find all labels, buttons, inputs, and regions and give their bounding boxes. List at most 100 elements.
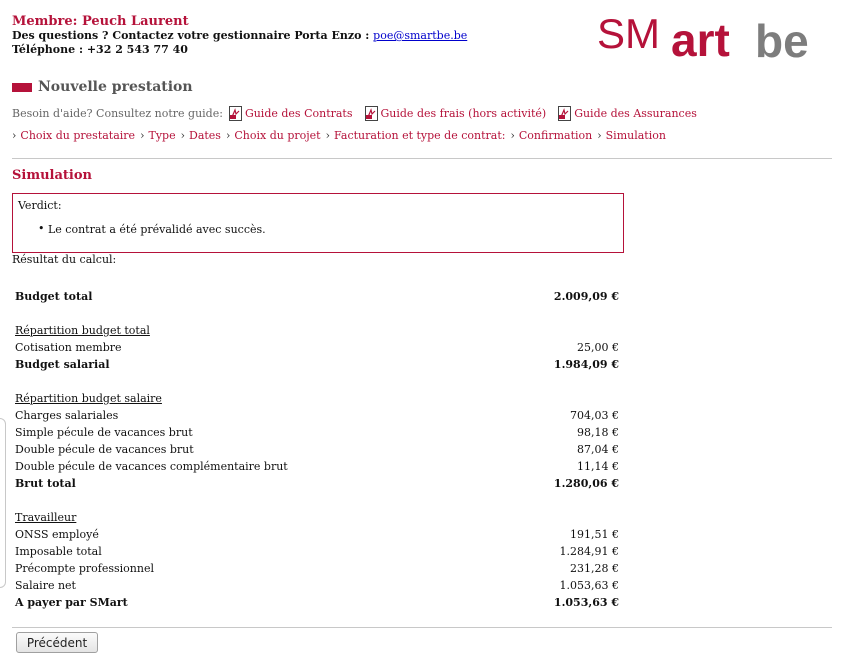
breadcrumb-label: Simulation — [605, 129, 666, 142]
row-label: A payer par SMart — [15, 596, 128, 609]
table-row: ONSS employé 191,51 € — [15, 526, 619, 543]
title-marker — [12, 82, 32, 92]
guide-contrats-link[interactable]: Guide des Contrats — [228, 106, 353, 121]
row-label: Répartition budget total — [15, 324, 150, 337]
logo-sm-text: SM — [597, 12, 660, 57]
chevron-right-icon: › — [225, 129, 231, 142]
breadcrumb-label: Facturation et type de contrat: — [334, 129, 506, 142]
table-row: Budget salarial 1.984,09 € — [15, 356, 619, 373]
row-label: Imposable total — [15, 545, 102, 558]
section-heading-row: Répartition budget total — [15, 322, 619, 339]
breadcrumb-label: Confirmation — [518, 129, 593, 142]
guide-assurances-link[interactable]: Guide des Assurances — [558, 106, 697, 121]
row-label: Brut total — [15, 477, 76, 490]
row-value: 231,28 € — [570, 562, 619, 575]
verdict-label: Verdict: — [18, 199, 62, 212]
row-value: 1.280,06 € — [553, 477, 619, 490]
pdf-icon — [364, 106, 378, 121]
row-value: 11,14 € — [577, 460, 619, 473]
manager-email-link[interactable]: poe@smartbe.be — [373, 29, 467, 42]
table-row: Précompte professionnel 231,28 € — [15, 560, 619, 577]
pdf-icon — [228, 106, 242, 121]
table-row: Budget total 2.009,09 € — [15, 288, 619, 305]
verdict-box: Verdict: Le contrat a été prévalidé avec… — [12, 193, 624, 253]
phone-line: Téléphone : +32 2 543 77 40 — [12, 43, 188, 56]
row-label: Double pécule de vacances complémentaire… — [15, 460, 288, 473]
smartbe-logo: SM art be — [597, 12, 831, 62]
guide-contrats-label: Guide des Contrats — [244, 107, 353, 120]
breadcrumb-item-confirmation[interactable]: › Confirmation — [510, 129, 592, 142]
chevron-right-icon: › — [325, 129, 330, 142]
chevron-right-icon: › — [180, 129, 185, 142]
chevron-right-icon: › — [597, 129, 602, 142]
breadcrumb-item-projet[interactable]: › Choix du projet — [226, 129, 321, 142]
table-row: Double pécule de vacances complémentaire… — [15, 458, 619, 475]
row-value: 1.984,09 € — [553, 358, 619, 371]
row-label: Répartition budget salaire — [15, 392, 162, 405]
row-label: Cotisation membre — [15, 341, 122, 354]
row-value: 87,04 € — [577, 443, 619, 456]
contact-line: Des questions ? Contactez votre gestionn… — [12, 29, 467, 43]
divider — [12, 627, 832, 628]
guide-frais-label: Guide des frais (hors activité) — [380, 107, 547, 120]
table-row: Imposable total 1.284,91 € — [15, 543, 619, 560]
guide-assurances-label: Guide des Assurances — [574, 107, 697, 120]
row-value: 191,51 € — [570, 528, 619, 541]
side-panel-tab[interactable] — [0, 418, 6, 588]
table-row: Charges salariales 704,03 € — [15, 407, 619, 424]
breadcrumb-item-simulation[interactable]: › Simulation — [597, 129, 666, 142]
row-label: Salaire net — [15, 579, 76, 592]
table-row: Brut total 1.280,06 € — [15, 475, 619, 492]
breadcrumb-item-type[interactable]: › Type — [140, 129, 176, 142]
breadcrumb-label: Choix du prestataire — [20, 129, 136, 142]
guide-frais-link[interactable]: Guide des frais (hors activité) — [364, 106, 547, 121]
table-row: Salaire net 1.053,63 € — [15, 577, 619, 594]
table-row: Cotisation membre 25,00 € — [15, 339, 619, 356]
breadcrumb-item-dates[interactable]: › Dates — [181, 129, 221, 142]
row-label: Précompte professionnel — [15, 562, 154, 575]
section-heading-row: Travailleur — [15, 509, 619, 526]
row-value: 2.009,09 € — [553, 290, 619, 303]
row-label: Budget salarial — [15, 358, 110, 371]
result-label: Résultat du calcul: — [12, 253, 117, 266]
row-label: Charges salariales — [15, 409, 119, 422]
member-name: Membre: Peuch Laurent — [12, 14, 189, 29]
row-label: Budget total — [15, 290, 93, 303]
breadcrumb-label: Dates — [189, 129, 221, 142]
help-bar: Besoin d'aide? Consultez notre guide: Gu… — [12, 106, 697, 121]
verdict-message: Le contrat a été prévalidé avec succès. — [38, 222, 266, 236]
row-label: Double pécule de vacances brut — [15, 443, 194, 456]
row-value: 1.053,63 € — [553, 596, 619, 609]
help-text: Besoin d'aide? Consultez notre guide: — [12, 107, 223, 120]
row-value: 704,03 € — [570, 409, 619, 422]
breadcrumb-item-facturation[interactable]: › Facturation et type de contrat: — [326, 129, 506, 142]
page-title: Nouvelle prestation — [38, 79, 193, 95]
breadcrumb-label: Type — [148, 129, 176, 142]
breadcrumb-label: Choix du projet — [234, 129, 321, 142]
row-label: Travailleur — [15, 511, 77, 524]
member-header: Membre: Peuch Laurent Des questions ? Co… — [12, 15, 467, 57]
logo-art-text: art — [671, 14, 730, 62]
breadcrumb-item-prestataire[interactable]: › Choix du prestataire — [12, 129, 135, 142]
row-value: 1.284,91 € — [559, 545, 619, 558]
logo-be-text: be — [755, 15, 809, 62]
chevron-right-icon: › — [12, 129, 17, 142]
row-value: 25,00 € — [577, 341, 619, 354]
chevron-right-icon: › — [140, 129, 145, 142]
table-row: Double pécule de vacances brut 87,04 € — [15, 441, 619, 458]
row-label: Simple pécule de vacances brut — [15, 426, 193, 439]
chevron-right-icon: › — [510, 129, 515, 142]
breadcrumb: › Choix du prestataire › Type › Dates › Choi… — [12, 129, 671, 142]
pdf-icon — [558, 106, 572, 121]
questions-text: Des questions ? Contactez votre gestionn… — [12, 29, 370, 42]
row-value: 98,18 € — [577, 426, 619, 439]
previous-button[interactable]: Précédent — [16, 632, 98, 653]
section-title: Simulation — [12, 168, 92, 183]
table-row: A payer par SMart 1.053,63 € — [15, 594, 619, 611]
row-label: ONSS employé — [15, 528, 99, 541]
divider — [12, 158, 832, 159]
table-row: Simple pécule de vacances brut 98,18 € — [15, 424, 619, 441]
page-title-row: Nouvelle prestation — [12, 79, 193, 95]
row-value: 1.053,63 € — [559, 579, 619, 592]
section-heading-row: Répartition budget salaire — [15, 390, 619, 407]
